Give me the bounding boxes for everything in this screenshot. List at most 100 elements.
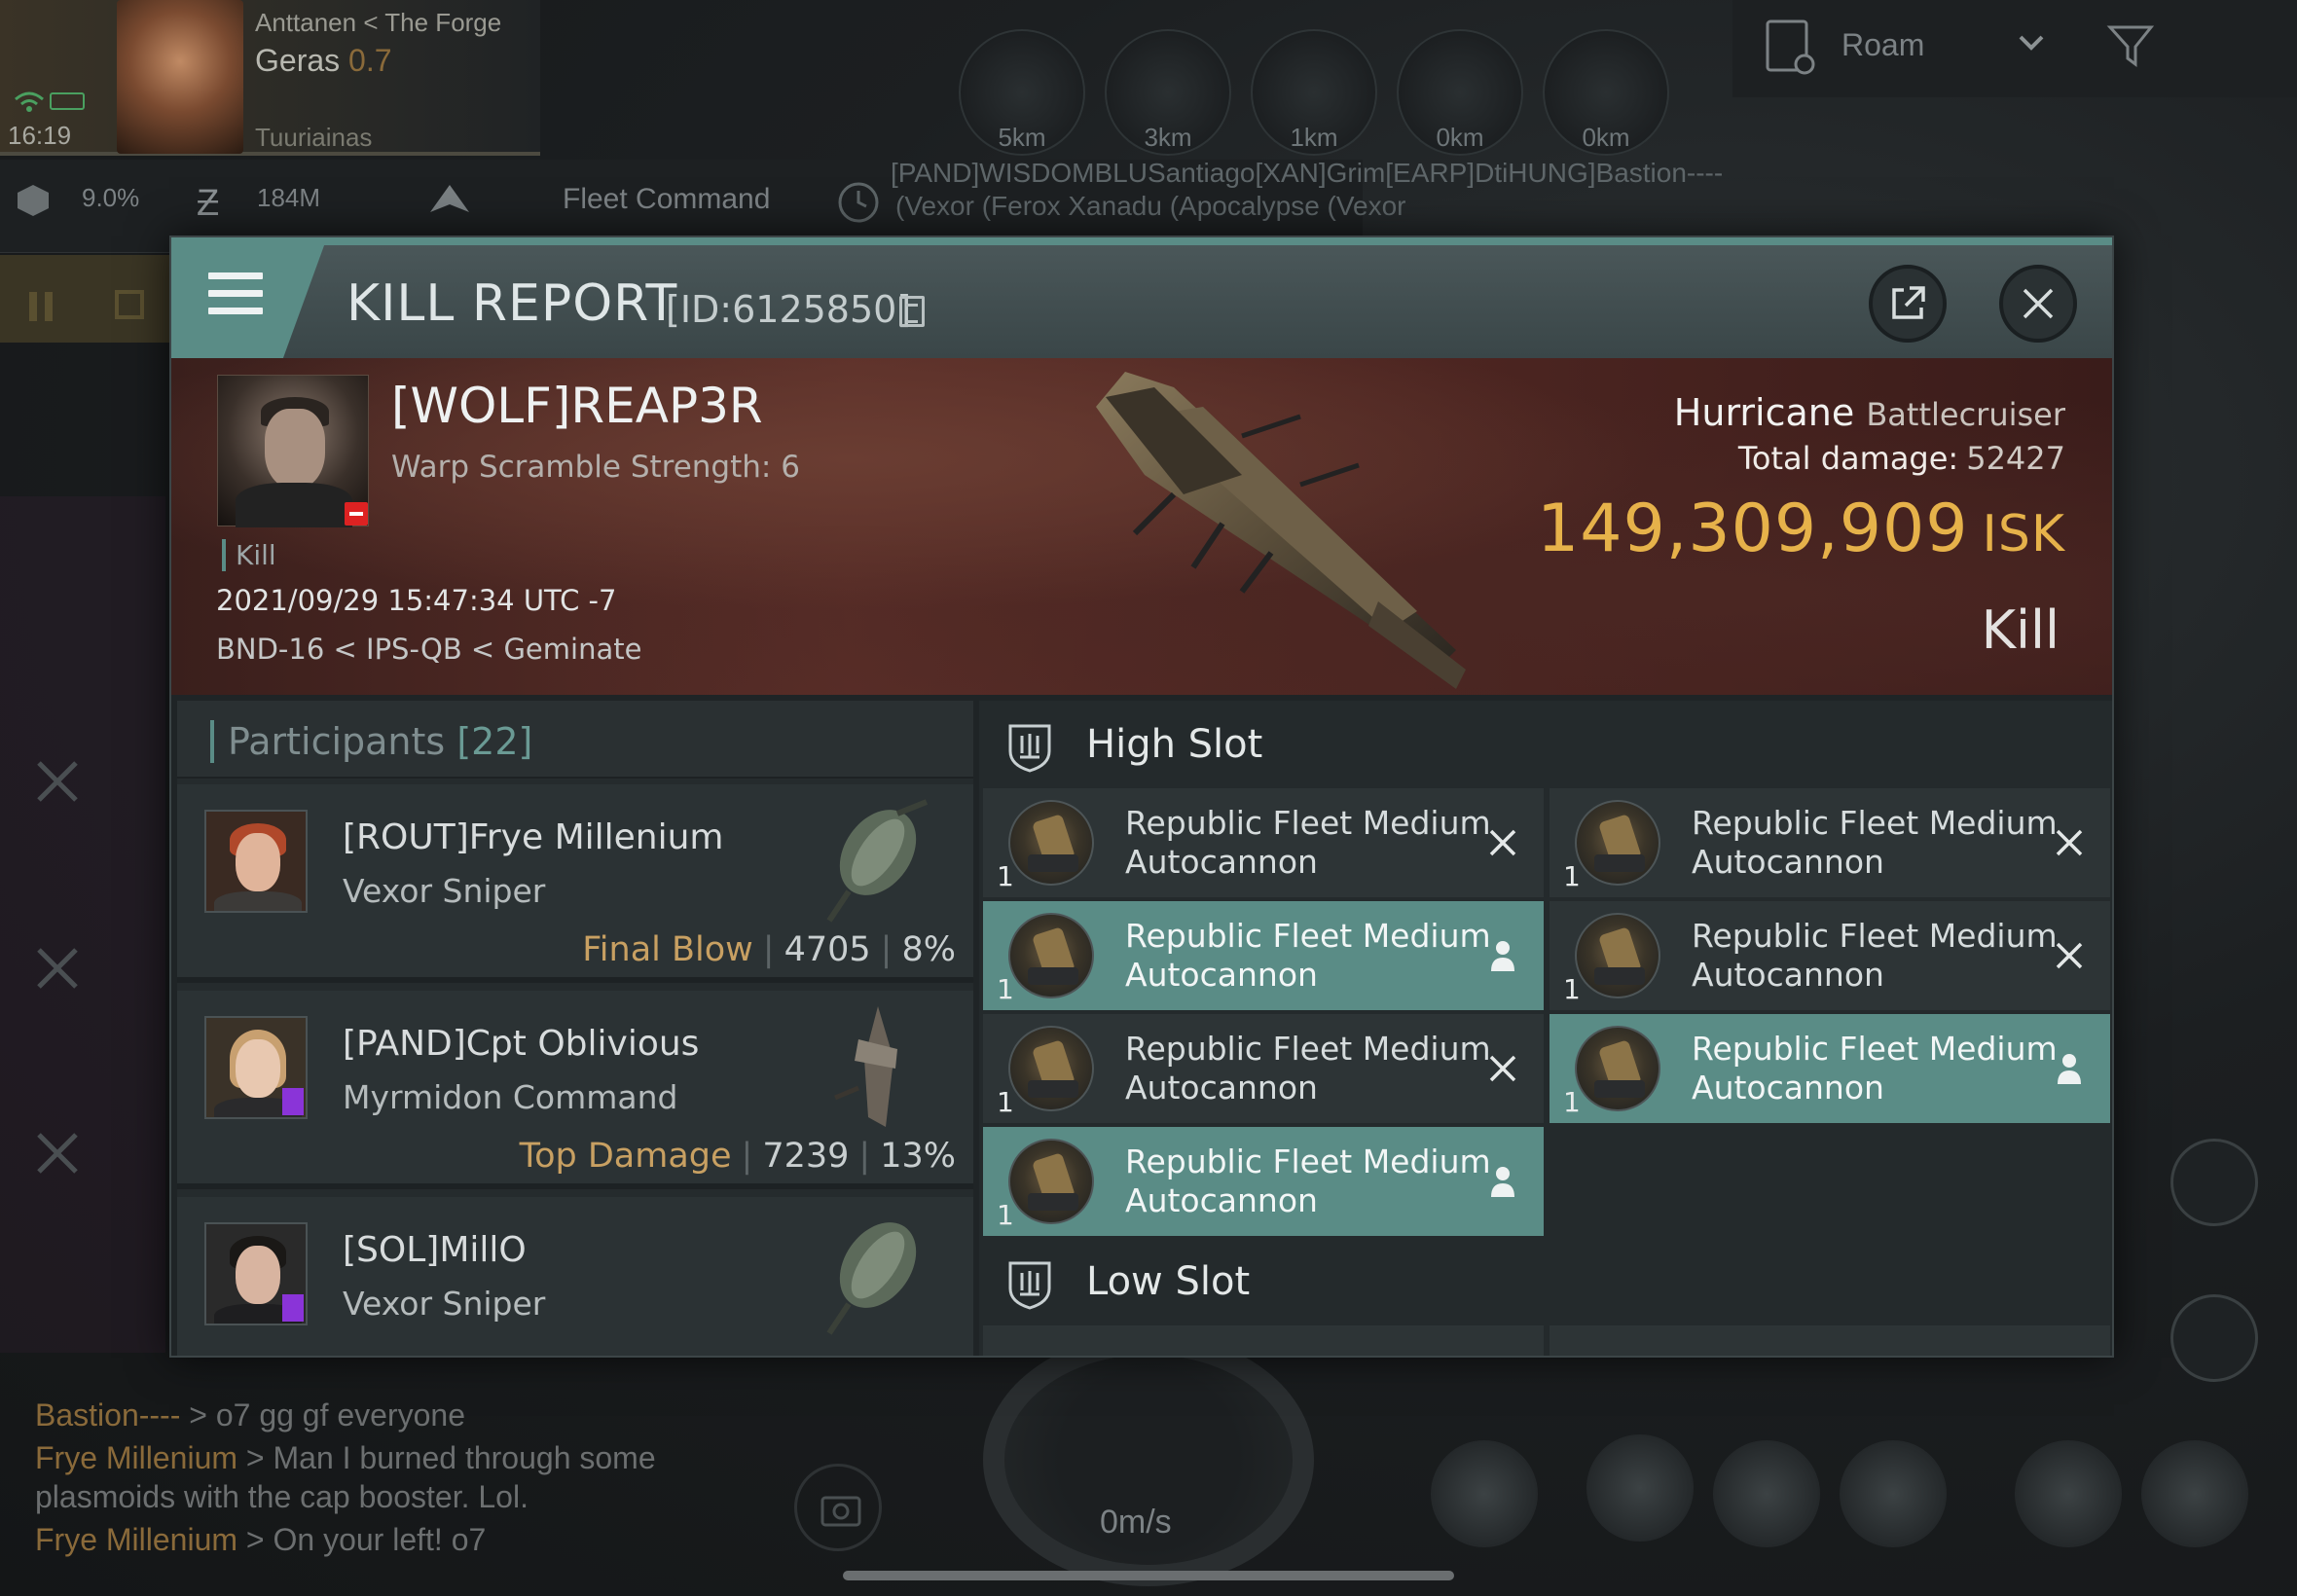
ship-type[interactable]: Hurricane Battlecruiser — [1674, 391, 2065, 434]
module-rack — [1431, 1421, 2297, 1567]
fleet-member-3-dist: 1km — [1290, 123, 1338, 152]
module-slot-5[interactable] — [2015, 1440, 2122, 1547]
system-label: Geras 0.7 — [255, 43, 392, 78]
module-item[interactable] — [1550, 1325, 2110, 1356]
fleet-command-label[interactable]: Fleet Command — [563, 183, 770, 216]
speed-dial[interactable] — [983, 1333, 1314, 1586]
module-name: Republic Fleet Medium Autocannon — [1125, 1143, 1491, 1219]
overview-preset[interactable]: Roam — [1841, 27, 1924, 63]
participant-row[interactable]: [SOL]MillO Vexor Sniper — [177, 1197, 973, 1356]
pause-icon[interactable] — [29, 292, 37, 321]
isk-balance: 184M — [257, 183, 321, 212]
close-button[interactable] — [1999, 265, 2077, 343]
share-button[interactable] — [1869, 265, 1947, 343]
module-item[interactable]: 1 Republic Fleet Medium Autocannon — [1550, 1014, 2110, 1123]
module-qty: 1 — [1563, 860, 1581, 892]
fitting-panel[interactable]: High Slot 1 Republic Fleet Medium Autoca… — [979, 701, 2112, 1356]
pilot-portrait[interactable] — [117, 0, 243, 154]
fleet-icon[interactable] — [428, 183, 471, 225]
kill-datetime: 2021/09/29 15:47:34 UTC -7 — [216, 584, 617, 617]
overview-settings-icon[interactable] — [1764, 16, 1818, 78]
corp-badge-icon — [282, 1294, 304, 1322]
module-name: Republic Fleet Medium Autocannon — [1692, 917, 2058, 994]
station-label: Tuuriainas — [255, 123, 373, 152]
participant-row[interactable]: [ROUT]Frye Millenium Vexor Sniper Final … — [177, 784, 973, 983]
module-name: Republic Fleet Medium Autocannon — [1125, 1030, 1491, 1106]
chevron-down-icon[interactable] — [2017, 33, 2046, 53]
high-slot-icon — [1008, 724, 1051, 773]
menu-button[interactable] — [171, 237, 327, 366]
module-item[interactable]: 1 Republic Fleet Medium Autocannon — [983, 1127, 1544, 1236]
kill-report-title: KILL REPORT — [346, 274, 678, 333]
low-slot-icon — [1008, 1261, 1051, 1310]
pause-controls[interactable] — [0, 255, 175, 343]
participant-portrait[interactable] — [204, 1016, 308, 1119]
participant-portrait[interactable] — [204, 810, 308, 913]
swap-icon[interactable] — [2170, 1139, 2258, 1226]
local-chat[interactable]: Bastion---- > o7 gg gf everyone Frye Mil… — [0, 1392, 798, 1596]
external-link-icon — [1892, 286, 1925, 319]
victim-name[interactable]: [WOLF]REAP3R — [391, 378, 763, 434]
close-icon — [2023, 288, 2054, 319]
module-item[interactable]: 1 Republic Fleet Medium Autocannon — [983, 901, 1544, 1010]
destroyed-icon — [2056, 829, 2083, 856]
module-slot-2[interactable] — [1586, 1434, 1694, 1542]
fleet-member-5-dist: 0km — [1582, 123, 1630, 152]
region-label: Anttanen < The Forge — [255, 8, 502, 37]
location-panel[interactable]: Anttanen < The Forge Geras 0.7 Tuuriaina… — [0, 0, 540, 156]
participants-title: Participants [22] — [210, 720, 532, 763]
participant-name[interactable]: [PAND]Cpt Oblivious — [343, 1024, 699, 1064]
filter-icon[interactable] — [2106, 21, 2157, 72]
participants-panel[interactable]: Participants [22] [ROUT]Frye Millenium V… — [177, 701, 973, 1356]
navigate-icon[interactable] — [2170, 1294, 2258, 1382]
participant-name[interactable]: [ROUT]Frye Millenium — [343, 817, 723, 857]
fleet-member-1-dist: 5km — [998, 123, 1046, 152]
kill-tag: Kill — [222, 539, 276, 571]
module-slot-3[interactable] — [1713, 1440, 1820, 1547]
destroyed-icon — [1489, 829, 1516, 856]
cargo-percent: 9.0% — [82, 183, 140, 212]
ship-render[interactable] — [950, 358, 1534, 695]
low-slot-label: Low Slot — [1086, 1259, 1251, 1304]
module-item[interactable]: 1 Republic Fleet Medium Autocannon — [1550, 901, 2110, 1010]
cargo-icon[interactable] — [16, 183, 51, 225]
person-icon — [2058, 1054, 2081, 1084]
kill-summary-banner: [WOLF]REAP3R Warp Scramble Strength: 6 K… — [171, 358, 2112, 695]
fleet-member-2-dist: 3km — [1144, 123, 1192, 152]
participant-name[interactable]: [SOL]MillO — [343, 1230, 527, 1270]
high-slot-header: High Slot — [979, 701, 2112, 788]
module-item[interactable]: 1 Republic Fleet Medium Autocannon — [1550, 788, 2110, 897]
module-slot-6[interactable] — [2141, 1440, 2248, 1547]
stop-icon[interactable] — [115, 290, 144, 319]
crossed-swords-icon[interactable] — [33, 757, 82, 806]
standing-badge-icon — [345, 502, 368, 526]
chat-line: Frye Millenium > On your left! o7 — [35, 1522, 487, 1557]
module-name: Republic Fleet Medium Autocannon — [1125, 804, 1491, 881]
copy-icon[interactable] — [899, 296, 925, 327]
weapon-icon[interactable] — [33, 1129, 82, 1178]
autocannon-icon — [1008, 800, 1094, 886]
clock-icon[interactable] — [837, 181, 880, 231]
home-indicator[interactable] — [843, 1571, 1454, 1580]
module-name: Republic Fleet Medium Autocannon — [1125, 917, 1491, 994]
module-slot-1[interactable] — [1431, 1440, 1538, 1547]
kill-report-window: KILL REPORT [ID:6125850] [WOLF]REAP3R Wa… — [169, 236, 2114, 1358]
module-qty: 1 — [997, 860, 1014, 892]
module-item[interactable] — [983, 1325, 1544, 1356]
left-sidebar — [0, 496, 165, 1353]
participant-stats: Final Blow | 4705 | 8% — [582, 930, 956, 969]
autocannon-icon — [1575, 913, 1660, 998]
participant-portrait[interactable] — [204, 1222, 308, 1325]
kill-location[interactable]: BND-16 < IPS-QB < Geminate — [216, 633, 641, 666]
high-slot-label: High Slot — [1086, 722, 1263, 767]
chat-line: Bastion---- > o7 gg gf everyone — [35, 1397, 466, 1433]
module-item[interactable]: 1 Republic Fleet Medium Autocannon — [983, 788, 1544, 897]
kill-result: Kill — [1981, 599, 2060, 661]
camera-button[interactable] — [794, 1464, 882, 1551]
participant-row[interactable]: [PAND]Cpt Oblivious Myrmidon Command Top… — [177, 991, 973, 1189]
right-controls — [2170, 1139, 2278, 1392]
person-icon — [1491, 941, 1514, 971]
module-slot-4[interactable] — [1840, 1440, 1947, 1547]
module-item[interactable]: 1 Republic Fleet Medium Autocannon — [983, 1014, 1544, 1123]
target-icon[interactable] — [33, 944, 82, 993]
